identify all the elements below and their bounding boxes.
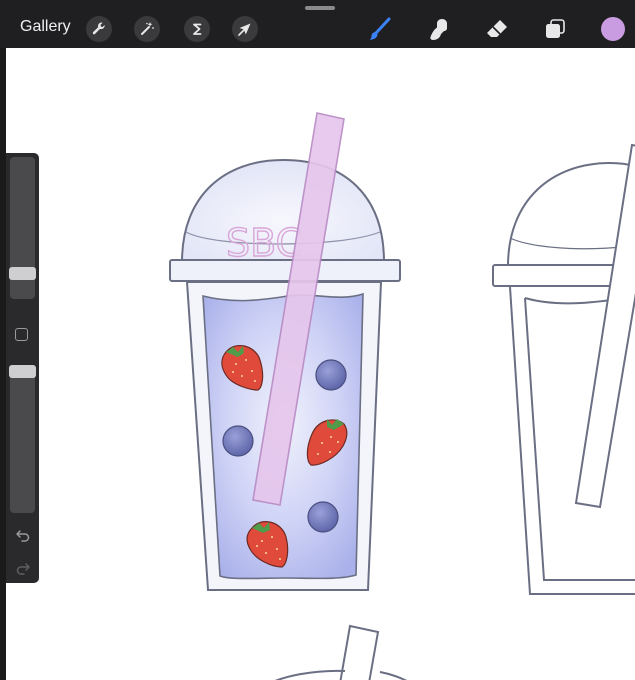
color-picker-button[interactable] — [601, 17, 625, 41]
sbc-lettering: SBC — [226, 221, 302, 265]
toolbar-grabber-handle[interactable] — [305, 6, 335, 10]
transform-button[interactable] — [232, 16, 258, 42]
top-toolbar: Gallery — [0, 0, 635, 48]
outline-boba-cup — [492, 143, 635, 595]
selection-button[interactable] — [184, 16, 210, 42]
artwork: SBC — [169, 112, 635, 680]
layers-button[interactable] — [540, 14, 570, 44]
brush-tool-button[interactable] — [365, 14, 395, 44]
wrench-icon — [92, 22, 105, 35]
eraser-tool-button[interactable] — [482, 14, 512, 44]
arrow-cursor-icon — [238, 23, 251, 36]
brush-icon — [369, 17, 391, 40]
magic-wand-icon — [141, 22, 154, 35]
adjustments-button[interactable] — [134, 16, 160, 42]
blueberry — [315, 359, 347, 391]
blueberry — [222, 425, 254, 457]
layers-icon — [546, 19, 565, 38]
gallery-button[interactable]: Gallery — [20, 18, 71, 36]
drawing-canvas[interactable]: SBC — [6, 48, 635, 680]
partial-boba-cup-bottom — [275, 624, 407, 680]
actions-button[interactable] — [86, 16, 112, 42]
eraser-icon — [487, 20, 507, 37]
selection-s-icon — [193, 23, 202, 35]
smudge-tool-button[interactable] — [424, 14, 454, 44]
colored-boba-cup: SBC — [169, 112, 401, 591]
smudge-icon — [430, 19, 447, 40]
blueberry — [307, 501, 339, 533]
